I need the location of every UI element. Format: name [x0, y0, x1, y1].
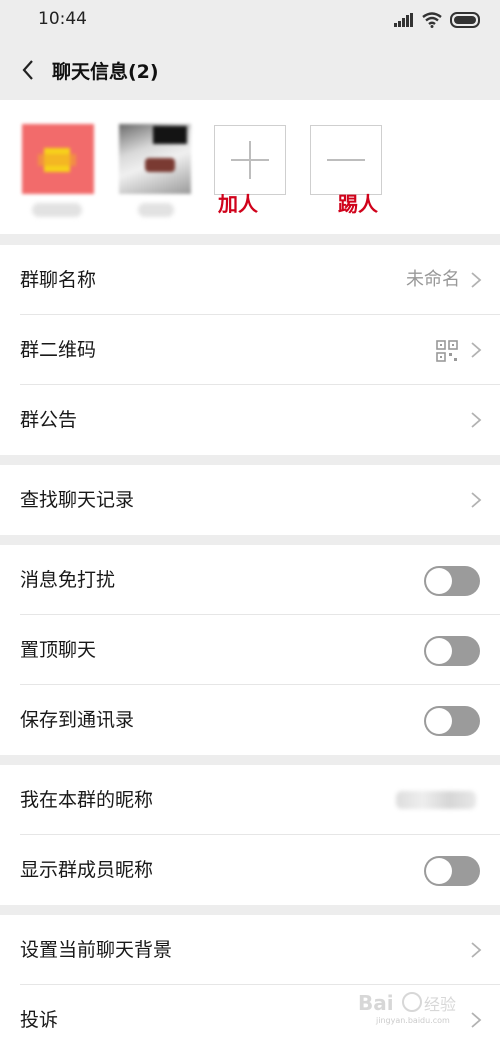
nav-bar: 聊天信息(2)	[0, 40, 500, 100]
svg-text:jingyan.baidu.com: jingyan.baidu.com	[375, 1016, 450, 1025]
member-name-blurred	[32, 203, 82, 217]
group-qr-label: 群二维码	[20, 339, 97, 361]
page-title: 聊天信息(2)	[52, 61, 159, 83]
remove-member-button[interactable]	[310, 125, 382, 195]
show-nicknames-label: 显示群成员昵称	[20, 859, 154, 881]
mute-row: 消息免打扰	[0, 545, 500, 615]
mute-label: 消息免打扰	[20, 569, 116, 591]
add-member-button[interactable]	[214, 125, 286, 195]
mute-toggle[interactable]	[424, 566, 480, 596]
member-name-blurred	[138, 203, 174, 217]
svg-text:Bai: Bai	[358, 991, 394, 1015]
chevron-right-icon	[471, 492, 482, 508]
my-nickname-label: 我在本群的昵称	[20, 789, 154, 811]
add-member-annotation: 加人	[218, 192, 258, 216]
sticky-label: 置顶聊天	[20, 639, 97, 661]
save-contacts-label: 保存到通讯录	[20, 709, 135, 731]
back-button[interactable]	[10, 52, 46, 88]
photo-avatar	[119, 124, 191, 194]
group-notice-label: 群公告	[20, 409, 78, 431]
svg-text:经验: 经验	[424, 995, 456, 1014]
chat-background-label: 设置当前聊天背景	[20, 939, 173, 961]
qr-code-icon	[436, 340, 458, 362]
sticky-row: 置顶聊天	[0, 615, 500, 685]
watermark-logo: Bai 经验 jingyan.baidu.com	[358, 991, 456, 1025]
minus-icon	[327, 159, 365, 161]
group-name-label: 群聊名称	[20, 269, 97, 291]
member-avatar-2[interactable]	[119, 124, 191, 194]
my-nickname-row[interactable]: 我在本群的昵称	[0, 765, 500, 835]
chevron-left-icon	[22, 60, 33, 80]
show-nicknames-toggle[interactable]	[424, 856, 480, 886]
chat-background-row[interactable]: 设置当前聊天背景	[0, 915, 500, 985]
signal-icon	[394, 13, 413, 27]
member-avatar-1[interactable]	[22, 124, 94, 194]
chevron-right-icon	[471, 272, 482, 288]
search-history-row[interactable]: 查找聊天记录	[0, 465, 500, 535]
search-history-label: 查找聊天记录	[20, 489, 135, 511]
group-name-row[interactable]: 群聊名称 未命名	[0, 245, 500, 315]
chevron-right-icon	[471, 942, 482, 958]
battery-icon	[450, 12, 480, 28]
group-notice-row[interactable]: 群公告	[0, 385, 500, 455]
status-time: 10:44	[38, 9, 87, 29]
group-name-value: 未命名	[406, 269, 460, 290]
status-bar: 10:44	[0, 0, 500, 40]
save-contacts-row: 保存到通讯录	[0, 685, 500, 755]
save-contacts-toggle[interactable]	[424, 706, 480, 736]
chevron-right-icon	[471, 412, 482, 428]
show-nicknames-row: 显示群成员昵称	[0, 835, 500, 905]
status-icons	[394, 10, 482, 30]
chevron-right-icon	[471, 342, 482, 358]
remove-member-annotation: 踢人	[338, 192, 378, 216]
complain-label: 投诉	[20, 1009, 59, 1031]
red-yellow-avatar	[22, 124, 94, 194]
plus-icon	[231, 141, 269, 179]
group-qr-row[interactable]: 群二维码	[0, 315, 500, 385]
sticky-toggle[interactable]	[424, 636, 480, 666]
wifi-icon	[422, 12, 442, 28]
my-nickname-value-blurred	[396, 791, 476, 809]
